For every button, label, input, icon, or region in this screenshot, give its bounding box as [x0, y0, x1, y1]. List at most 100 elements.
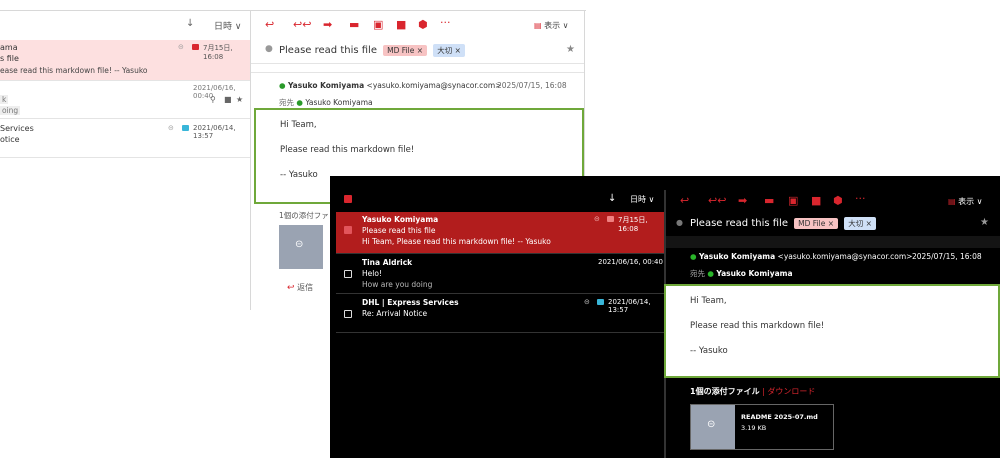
tag-important[interactable]: 大切 ×	[844, 217, 876, 230]
tag-md-file[interactable]: MD File ×	[383, 45, 428, 56]
tag-md-file[interactable]: MD File ×	[794, 218, 839, 229]
from-email: <yasuko.komiyama@synacor.com>	[366, 81, 502, 90]
light-message-row-2[interactable]: k oing 2021/06/16, 00:40 ⚲ ■ ★	[0, 80, 252, 118]
move-folder-icon[interactable]: ▣	[788, 194, 798, 207]
to-label: 宛先	[690, 269, 705, 278]
attachment-thumbnail: ⊝	[691, 405, 735, 449]
more-icon[interactable]: ···	[440, 16, 451, 29]
view-layout-icon: ▤	[948, 197, 956, 206]
select-all-checkbox[interactable]	[344, 195, 352, 203]
archive-icon[interactable]: ▬	[349, 18, 359, 31]
view-menu[interactable]: ▤ 表示 ∨	[534, 20, 569, 31]
separator: |	[762, 387, 765, 396]
light-subject-bar: ● Please read this file MD File × 大切 × ★	[251, 40, 584, 64]
dark-subject-line: Please read this file MD File × 大切 ×	[690, 217, 876, 230]
subject: s file	[0, 54, 19, 63]
forward-icon[interactable]: ➡	[738, 194, 747, 207]
dark-theme-window: ↓ 日時 ∨ Yasuko Komiyama Please read this …	[330, 176, 1000, 458]
tag-label: 大切	[848, 219, 864, 228]
preview: oing	[0, 106, 21, 115]
dark-subject-bar: ● Please read this file MD File × 大切 × ★	[666, 212, 1000, 236]
unread-dot-icon: ●	[676, 218, 683, 227]
star-icon[interactable]: ★	[236, 95, 243, 104]
tag-label: MD File	[387, 46, 415, 55]
online-dot-icon: ●	[279, 81, 286, 90]
preview: ease read this markdown file! -- Yasuko	[0, 66, 148, 75]
online-dot-icon: ●	[296, 98, 303, 107]
to-name[interactable]: Yasuko Komiyama	[716, 269, 792, 278]
star-icon[interactable]: ★	[980, 217, 989, 228]
body-line-2: Please read this markdown file!	[690, 321, 825, 331]
attachment-count: 1個の添付ファ	[279, 211, 329, 220]
star-icon[interactable]: ★	[566, 44, 575, 55]
message-date: 2025/07/15, 16:08	[497, 81, 567, 90]
view-layout-icon: ▤	[534, 21, 542, 30]
light-message-row-1[interactable]: ama s file ease read this markdown file!…	[0, 40, 252, 80]
sort-by-date-dropdown[interactable]: 日時 ∨	[214, 19, 241, 32]
row-checkbox[interactable]	[344, 226, 352, 234]
sort-direction-icon[interactable]: ↓	[608, 193, 616, 204]
file-name: README 2025-07.md	[741, 413, 818, 421]
reply-button[interactable]: ↩ 返信	[287, 282, 313, 293]
tag-icon	[182, 125, 189, 131]
view-menu[interactable]: ▤ 表示 ∨	[948, 196, 983, 207]
sort-by-date-dropdown[interactable]: 日時 ∨	[630, 194, 654, 205]
attachment-card[interactable]: ⊝ README 2025-07.md 3.19 KB	[690, 404, 834, 450]
tag-icon	[192, 44, 199, 50]
message-date: 2021/06/14, 13:57	[608, 298, 651, 314]
from-name[interactable]: Yasuko Komiyama	[699, 252, 775, 261]
reply-all-icon[interactable]: ↩↩	[708, 194, 726, 207]
to-label: 宛先	[279, 98, 294, 107]
reply-icon[interactable]: ↩	[680, 194, 689, 207]
dark-reader-toolbar: ↩ ↩↩ ➡ ▬ ▣ ■ ⬢ ··· ▤ 表示 ∨	[666, 190, 1000, 212]
dark-message-row-1[interactable]: Yasuko Komiyama Please read this file Hi…	[336, 212, 664, 253]
dark-message-row-2[interactable]: Tina Aldrick Helo! How are you doing 202…	[336, 253, 664, 293]
body-line-3: -- Yasuko	[690, 346, 728, 356]
reply-all-icon[interactable]: ↩↩	[293, 18, 311, 31]
tag-label: MD File	[798, 219, 826, 228]
search-icon[interactable]: ⚲	[210, 95, 216, 104]
spam-shield-icon[interactable]: ⬢	[418, 18, 428, 31]
attachment-icon: ⊝	[594, 215, 600, 223]
tag-label: 大切	[437, 46, 453, 55]
trash-icon[interactable]: ■	[224, 95, 232, 104]
reply-label: 返信	[297, 283, 314, 292]
subject: Re: Arrival Notice	[362, 309, 428, 318]
delete-icon[interactable]: ■	[396, 18, 406, 31]
dark-message-row-3[interactable]: DHL | Express Services Re: Arrival Notic…	[336, 293, 664, 333]
tag-icon	[607, 216, 614, 222]
row-checkbox[interactable]	[344, 270, 352, 278]
to-name[interactable]: Yasuko Komiyama	[305, 98, 372, 107]
more-icon[interactable]: ···	[855, 192, 866, 205]
light-reader-toolbar: ↩ ↩↩ ➡ ▬ ▣ ■ ⬢ ··· ▤ 表示 ∨	[251, 10, 586, 40]
reply-icon[interactable]: ↩	[265, 18, 274, 31]
spam-shield-icon[interactable]: ⬢	[833, 194, 843, 207]
delete-icon[interactable]: ■	[811, 194, 821, 207]
dark-message-list: ↓ 日時 ∨ Yasuko Komiyama Please read this …	[336, 190, 664, 458]
from-name[interactable]: Yasuko Komiyama	[288, 81, 364, 90]
download-link[interactable]: ダウンロード	[767, 387, 815, 396]
dark-attachments: 1個の添付ファイル | ダウンロード ⊝ README 2025-07.md 3…	[666, 378, 1000, 458]
preview: How are you doing	[362, 280, 433, 289]
sort-direction-icon[interactable]: ↓	[186, 18, 194, 29]
dark-header: ● Yasuko Komiyama <yasuko.komiyama@synac…	[666, 248, 1000, 284]
online-dot-icon: ●	[690, 252, 697, 261]
subject: otice	[0, 135, 20, 144]
subject: Please read this file	[362, 226, 436, 235]
tag-important[interactable]: 大切 ×	[433, 44, 465, 57]
view-menu-label: 表示 ∨	[544, 21, 569, 30]
message-date: 2021/06/14, 13:57	[193, 124, 236, 140]
sender-name: Tina Aldrick	[362, 258, 413, 267]
forward-icon[interactable]: ➡	[323, 18, 332, 31]
move-folder-icon[interactable]: ▣	[373, 18, 383, 31]
message-date: 7月15日, 16:08	[203, 44, 233, 61]
light-message-row-3[interactable]: Services otice ⊝ 2021/06/14, 13:57	[0, 118, 252, 158]
row-checkbox[interactable]	[344, 310, 352, 318]
body-line-3: -- Yasuko	[280, 170, 318, 180]
dark-message-body: Hi Team, Please read this markdown file!…	[664, 284, 1000, 378]
archive-icon[interactable]: ▬	[764, 194, 774, 207]
light-subject-line: Please read this file MD File × 大切 ×	[279, 44, 465, 57]
sender-name: DHL | Express Services	[362, 298, 459, 307]
attachment-thumbnail[interactable]: ⊝	[279, 225, 323, 269]
light-header: ● Yasuko Komiyama <yasuko.komiyama@synac…	[251, 72, 584, 112]
